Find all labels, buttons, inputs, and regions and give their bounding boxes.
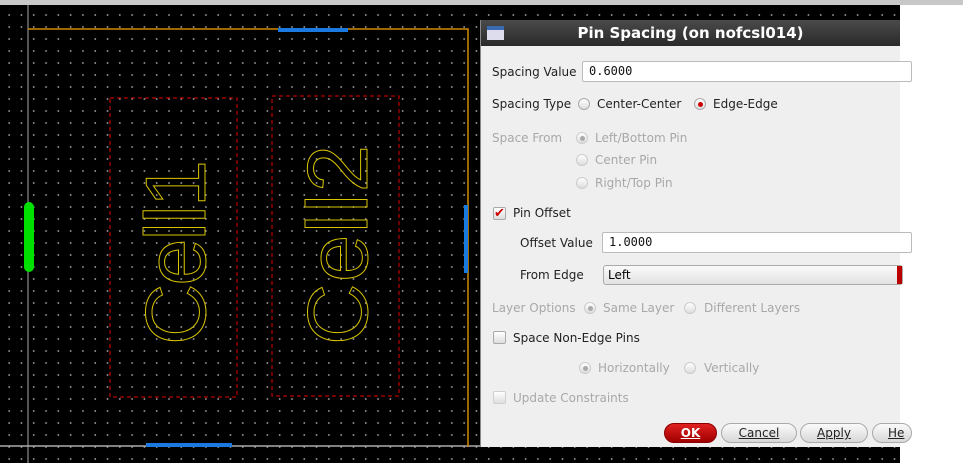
right-top-pin-label: Right/Top Pin (595, 176, 673, 190)
left-bottom-pin-radio[interactable] (576, 132, 588, 144)
vertically-radio[interactable] (684, 362, 696, 374)
center-pin-label: Center Pin (595, 153, 658, 167)
same-layer-radio[interactable] (584, 302, 596, 314)
pin-spacing-dialog: Pin Spacing (on nofcsl014) Spacing Value… (480, 20, 912, 447)
cell-boundary (28, 28, 469, 447)
different-layers-radio[interactable] (684, 302, 696, 314)
spacing-value-input[interactable]: 0.6000 (582, 61, 912, 82)
horizontally-label: Horizontally (598, 361, 670, 375)
dialog-title-bar[interactable]: Pin Spacing (on nofcsl014) (481, 20, 900, 46)
cell2-label: Cell2 (291, 145, 386, 345)
apply-button[interactable]: Apply (800, 423, 868, 443)
help-button[interactable]: He (872, 423, 912, 443)
space-non-edge-checkbox[interactable] (493, 331, 506, 344)
center-center-label: Center-Center (597, 97, 682, 111)
pin-bottom[interactable] (146, 443, 232, 447)
cell1-label: Cell1 (129, 160, 224, 345)
center-center-radio[interactable] (578, 98, 590, 110)
window-icon[interactable] (487, 26, 504, 40)
same-layer-label: Same Layer (603, 301, 675, 315)
space-from-label: Space From (492, 131, 563, 145)
edge-edge-radio[interactable] (694, 98, 706, 110)
spacing-value-label: Spacing Value (492, 65, 577, 79)
different-layers-label: Different Layers (704, 301, 801, 315)
cancel-button[interactable]: Cancel (721, 423, 797, 443)
center-pin-radio[interactable] (576, 154, 588, 166)
from-edge-label: From Edge (520, 268, 584, 282)
space-non-edge-label: Space Non-Edge Pins (513, 331, 640, 345)
pin-top[interactable] (278, 28, 348, 32)
edge-edge-label: Edge-Edge (713, 97, 778, 111)
from-edge-select[interactable]: Left (603, 265, 903, 285)
from-edge-value: Left (608, 268, 631, 282)
offset-value-input[interactable]: 1.0000 (602, 232, 912, 253)
left-bottom-pin-label: Left/Bottom Pin (595, 131, 688, 145)
horizontally-radio[interactable] (579, 362, 591, 374)
spacing-type-label: Spacing Type (492, 97, 572, 111)
dialog-title: Pin Spacing (on nofcsl014) (577, 24, 804, 42)
update-constraints-checkbox[interactable] (493, 391, 506, 404)
pin-right[interactable] (464, 205, 468, 273)
pin-offset-checkbox[interactable]: ✔ (493, 207, 506, 220)
update-constraints-label: Update Constraints (513, 391, 629, 405)
pin-offset-label: Pin Offset (513, 206, 571, 220)
vertically-label: Vertically (704, 361, 760, 375)
right-top-pin-radio[interactable] (576, 177, 588, 189)
offset-value-label: Offset Value (520, 236, 593, 250)
dropdown-arrow-icon[interactable] (897, 266, 902, 284)
pin-green[interactable] (24, 202, 34, 272)
layer-options-label: Layer Options (492, 301, 576, 315)
ok-button[interactable]: OK (664, 423, 717, 443)
